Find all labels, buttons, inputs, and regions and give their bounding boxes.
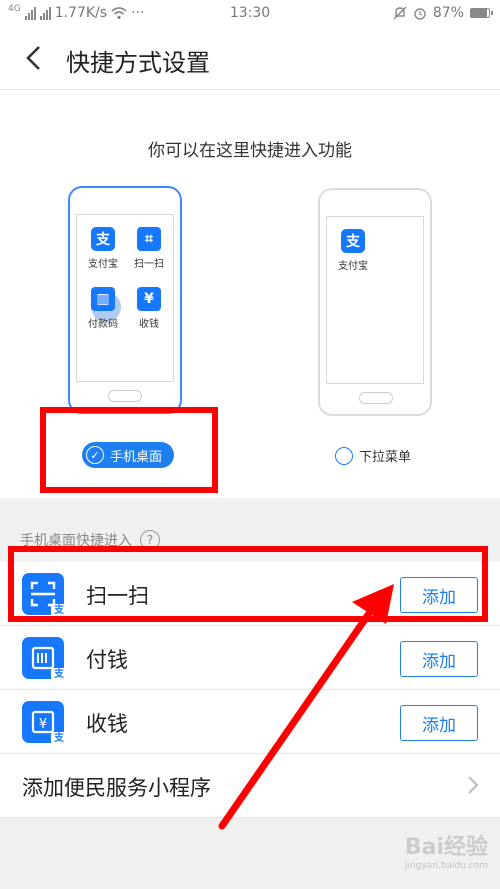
option-desktop-label: 手机桌面: [110, 449, 163, 465]
svg-text:¥: ¥: [39, 717, 47, 732]
page-title: 快捷方式设置: [66, 49, 210, 77]
mini-app-label: 支付宝: [88, 259, 118, 270]
alipay-icon: 支: [91, 227, 115, 251]
scan-icon: 支: [22, 573, 67, 618]
add-pay-button[interactable]: 添加: [400, 641, 478, 677]
section-label-text: 手机桌面快捷进入: [20, 533, 132, 549]
receive-icon: ¥ 支: [22, 701, 67, 746]
item-label: 添加便民服务小程序: [22, 776, 211, 800]
mini-app-label: 扫一扫: [134, 259, 164, 270]
alipay-icon: 支: [341, 229, 365, 253]
shortcut-list: 支 扫一扫 添加 支 付钱 添加 ¥ 支 收钱 添加 添加便民服务小程序: [0, 562, 500, 818]
back-arrow-icon[interactable]: [20, 43, 50, 73]
alarm-icon: [414, 8, 426, 20]
battery-icon: [470, 8, 493, 18]
status-right: 87%: [393, 5, 493, 21]
list-item-receive: ¥ 支 收钱 添加: [0, 690, 500, 754]
phone-screen: 支 支付宝 ⌗ 扫一扫 ▥ 付款码 ¥ 收钱: [76, 214, 174, 382]
watermark-logo: Bai经验 jingyan.baidu.com: [405, 829, 488, 871]
status-bar: 4G 1.77K/s ··· 13:30 87%: [0, 0, 500, 28]
chevron-right-icon: [468, 776, 479, 794]
home-button: [108, 390, 142, 402]
list-item-scan: 支 扫一扫 添加: [0, 562, 500, 626]
option-dropdown[interactable]: 下拉菜单: [335, 446, 411, 465]
mini-app-alipay: 支 支付宝: [331, 229, 375, 272]
scan-icon: ⌗: [137, 227, 161, 251]
pay-icon: 支: [22, 637, 67, 682]
add-receive-button[interactable]: 添加: [400, 705, 478, 741]
mini-app-alipay: 支 支付宝: [81, 227, 125, 270]
alipay-badge-icon: 支: [51, 604, 67, 618]
home-button: [359, 392, 393, 404]
intro-text: 你可以在这里快捷进入功能: [148, 141, 352, 161]
help-icon[interactable]: ?: [140, 530, 160, 550]
paycode-icon: ▥: [91, 287, 115, 311]
add-scan-button[interactable]: 添加: [400, 577, 478, 613]
header: 快捷方式设置: [0, 28, 500, 90]
alipay-badge-icon: 支: [51, 732, 67, 746]
mini-app-scan: ⌗ 扫一扫: [127, 227, 171, 270]
mini-app-label: 收钱: [139, 319, 159, 330]
mini-app-paycode: ▥ 付款码: [81, 287, 125, 330]
section-label: 手机桌面快捷进入 ?: [20, 530, 160, 550]
dropdown-phone-preview[interactable]: 支 支付宝: [318, 188, 432, 416]
list-item-pay: 支 付钱 添加: [0, 626, 500, 690]
watermark-text: Bai经验: [404, 835, 488, 860]
option-dropdown-label: 下拉菜单: [359, 450, 412, 465]
radio-icon: [335, 446, 353, 465]
alipay-badge-icon: 支: [51, 668, 67, 682]
item-label: 付钱: [86, 648, 128, 672]
list-item-mini-program[interactable]: 添加便民服务小程序: [0, 754, 500, 818]
battery-text: 87%: [432, 5, 464, 21]
phone-screen: 支 支付宝: [326, 216, 424, 384]
item-label: 扫一扫: [86, 584, 149, 608]
watermark-sub: jingyan.baidu.com: [404, 861, 488, 871]
item-label: 收钱: [86, 712, 128, 736]
mini-app-label: 付款码: [88, 319, 118, 330]
check-icon: ✓: [86, 446, 104, 464]
receive-icon: ¥: [137, 287, 161, 311]
mini-app-receive: ¥ 收钱: [127, 287, 171, 330]
desktop-phone-preview[interactable]: 支 支付宝 ⌗ 扫一扫 ▥ 付款码 ¥ 收钱: [68, 186, 182, 414]
preview-area: 你可以在这里快捷进入功能 支 支付宝 ⌗ 扫一扫 ▥ 付款码 ¥ 收钱 支 支付…: [0, 90, 500, 498]
option-desktop[interactable]: ✓ 手机桌面: [82, 442, 175, 468]
mute-icon: [393, 6, 407, 20]
mini-app-label: 支付宝: [338, 261, 368, 272]
